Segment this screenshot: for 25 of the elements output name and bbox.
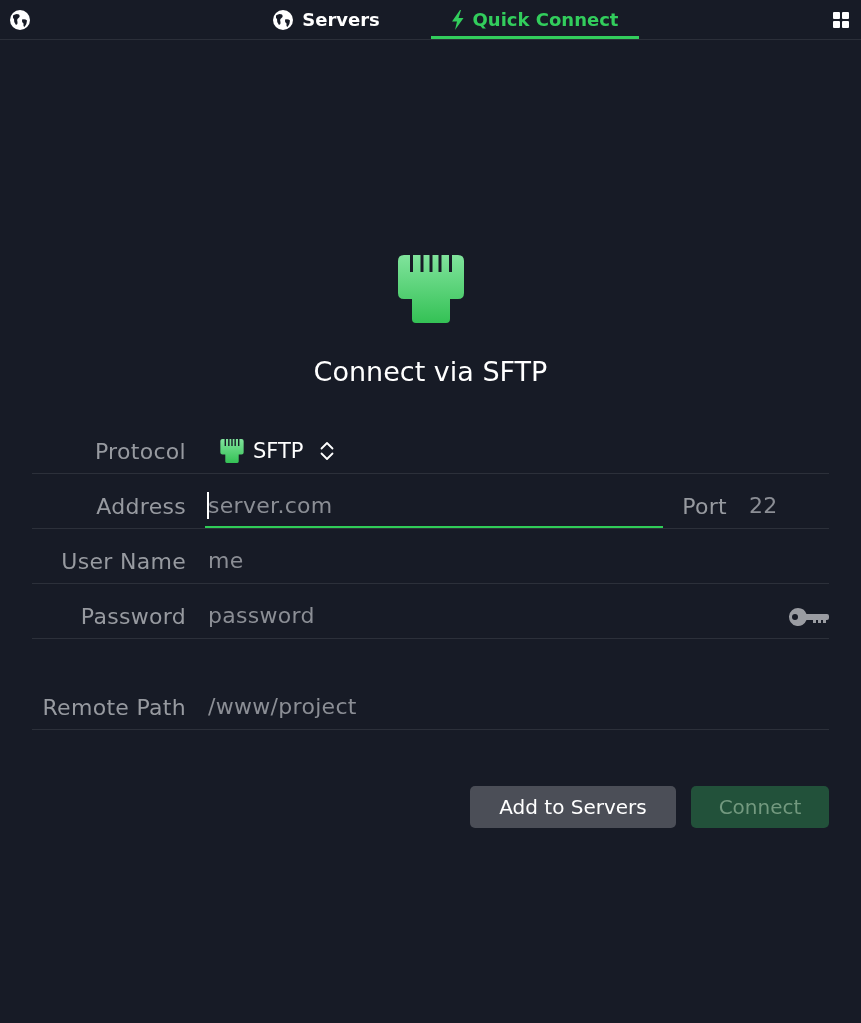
field-label: Remote Path [42, 694, 186, 720]
field-label: Port [682, 493, 727, 519]
network-port-icon [219, 439, 245, 463]
password-field[interactable]: password [205, 594, 789, 638]
network-port-icon [397, 255, 464, 323]
globe-icon[interactable] [10, 9, 30, 30]
address-field[interactable]: server.com [205, 484, 664, 528]
heading: Connect via SFTP [313, 355, 548, 389]
field-label: Protocol [94, 438, 186, 464]
protocol-select[interactable]: SFTP [219, 439, 334, 463]
globe-icon [273, 9, 294, 30]
text-cursor-icon [207, 492, 209, 519]
text-field[interactable]: me [205, 539, 829, 583]
chevron-up-down-icon [319, 441, 334, 461]
text-field[interactable]: /www/project [205, 685, 829, 729]
grid-icon[interactable] [833, 11, 849, 28]
field-label: User Name [61, 548, 186, 574]
port-field[interactable]: 22 [749, 484, 829, 528]
field-label: Address [96, 493, 186, 519]
tab[interactable]: Quick Connect [430, 0, 639, 39]
key-icon[interactable] [789, 607, 829, 627]
add-button[interactable]: Add to Servers [470, 786, 676, 828]
tab[interactable]: Servers [222, 0, 431, 39]
lightning-bolt-icon [450, 9, 464, 30]
field-label: Password [80, 603, 186, 629]
